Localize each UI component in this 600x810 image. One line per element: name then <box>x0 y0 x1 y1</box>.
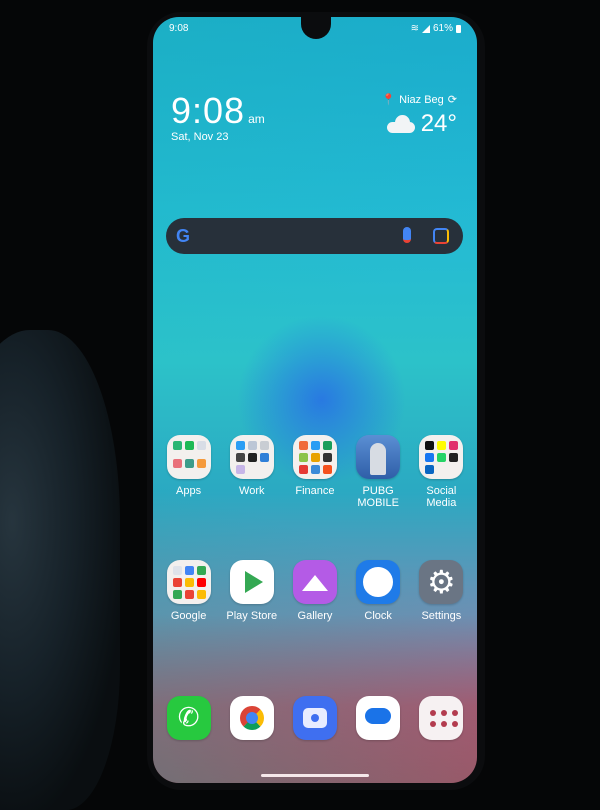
hand-background <box>0 330 120 810</box>
weather-temperature: 24° <box>420 110 457 137</box>
folder-work[interactable]: Work <box>222 435 282 509</box>
folder-finance-icon <box>292 435 337 479</box>
app-pubg-mobile[interactable]: PUBG MOBILE <box>348 435 408 509</box>
app-settings[interactable]: Settings <box>411 560 471 622</box>
dock-chrome[interactable] <box>222 696 282 740</box>
home-row-1: Apps Work Finance PUBG MOBILE Social Med… <box>153 435 477 509</box>
messages-icon <box>356 696 401 740</box>
clock-ampm: am <box>248 112 265 126</box>
dock-app-drawer[interactable] <box>411 696 471 740</box>
play-store-icon <box>229 560 274 604</box>
google-lens-icon[interactable] <box>433 228 449 244</box>
folder-finance[interactable]: Finance <box>285 435 345 509</box>
battery-percent: 61% <box>432 23 453 34</box>
google-logo-icon: G <box>176 226 191 246</box>
folder-apps-icon <box>166 435 211 479</box>
status-icons: ≋ 61% <box>411 23 461 34</box>
status-time: 9:08 <box>169 23 189 34</box>
app-clock-label: Clock <box>364 610 392 622</box>
gallery-icon <box>292 560 337 604</box>
clock-widget[interactable]: 9:08 am Sat, Nov 23 <box>171 90 265 144</box>
folder-apps[interactable]: Apps <box>159 435 219 509</box>
app-clock[interactable]: Clock <box>348 560 408 622</box>
app-gallery[interactable]: Gallery <box>285 560 345 622</box>
signal-icon <box>421 24 430 33</box>
app-play-store[interactable]: Play Store <box>222 560 282 622</box>
weather-location: Niaz Beg <box>399 93 444 106</box>
refresh-icon[interactable]: ⟳ <box>448 93 457 106</box>
wifi-icon: ≋ <box>410 23 419 34</box>
folder-social-label: Social Media <box>426 485 457 509</box>
camera-icon <box>292 696 337 740</box>
weather-widget[interactable]: 📍 Niaz Beg ⟳ 24° <box>381 93 457 138</box>
folder-social-media[interactable]: Social Media <box>411 435 471 509</box>
folder-google-icon <box>166 560 211 604</box>
dock <box>153 696 477 740</box>
app-drawer-icon <box>419 696 464 740</box>
home-row-2: Google Play Store Gallery Clock Settings <box>153 560 477 622</box>
dock-phone[interactable] <box>159 696 219 740</box>
home-screen: 9:08 ≋ 61% 9:08 am Sat, Nov 23 📍 Niaz Beg… <box>153 17 477 783</box>
folder-work-icon <box>229 435 274 479</box>
gear-icon <box>419 560 464 604</box>
app-pubg-label: PUBG MOBILE <box>357 485 399 509</box>
home-gesture-bar[interactable] <box>261 774 369 777</box>
folder-social-icon <box>419 435 464 479</box>
cloud-icon <box>386 115 415 133</box>
dock-camera[interactable] <box>285 696 345 740</box>
pubg-icon <box>356 435 401 479</box>
folder-google[interactable]: Google <box>159 560 219 622</box>
phone-icon <box>166 696 211 740</box>
clock-icon <box>356 560 401 604</box>
folder-google-label: Google <box>170 610 207 622</box>
app-gallery-label: Gallery <box>297 610 333 622</box>
battery-icon <box>456 24 461 33</box>
folder-work-label: Work <box>239 485 265 497</box>
clock-date: Sat, Nov 23 <box>171 131 229 143</box>
dock-messages[interactable] <box>348 696 408 740</box>
clock-time: 9:08 <box>171 90 246 131</box>
folder-finance-label: Finance <box>295 485 335 497</box>
folder-apps-label: Apps <box>176 485 202 497</box>
location-pin-icon: 📍 <box>381 94 396 106</box>
app-settings-label: Settings <box>421 610 462 622</box>
chrome-icon <box>229 696 274 740</box>
microphone-icon[interactable] <box>403 227 411 243</box>
app-play-store-label: Play Store <box>226 610 278 622</box>
google-search-bar[interactable]: G <box>166 218 463 254</box>
